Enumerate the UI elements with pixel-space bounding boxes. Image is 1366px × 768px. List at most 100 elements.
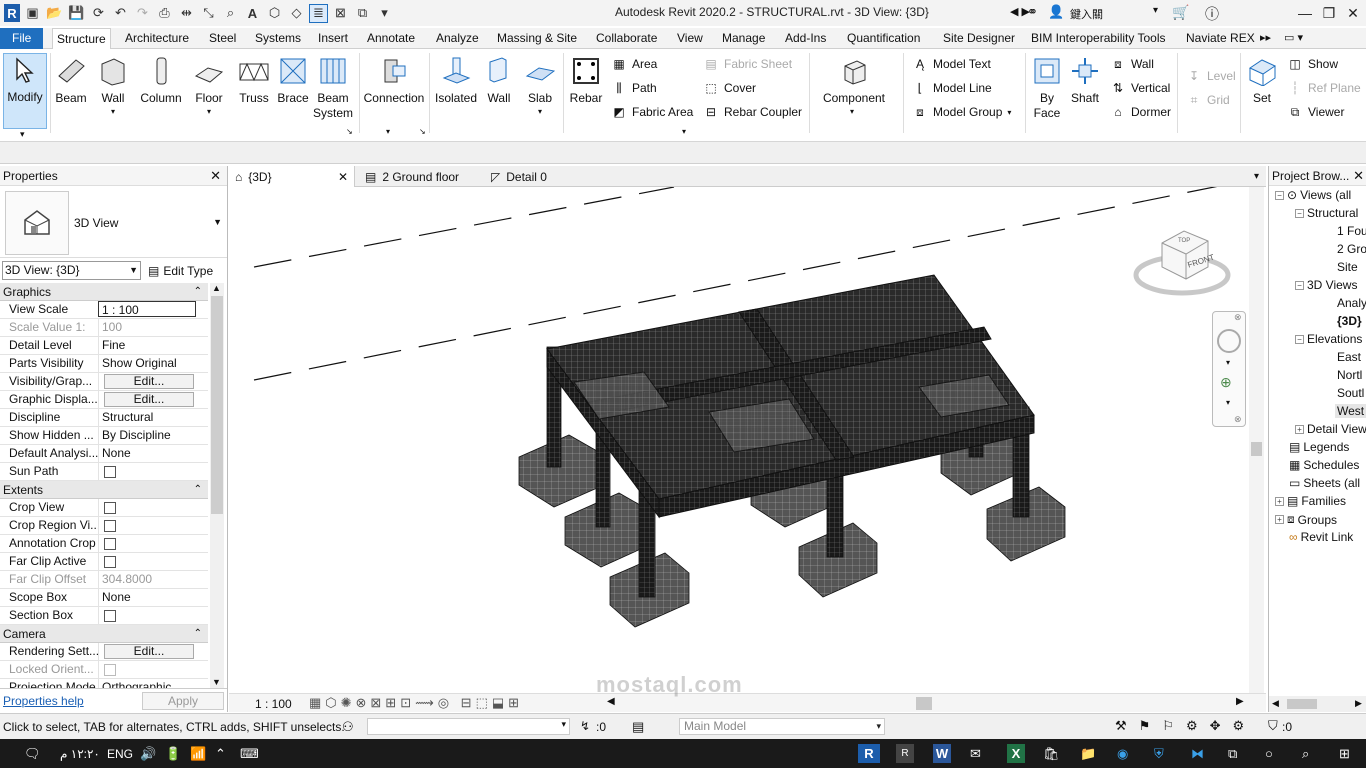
- scroll-right-icon[interactable]: ▶: [1355, 698, 1362, 709]
- tab-massing-site[interactable]: Massing & Site: [493, 28, 581, 49]
- set-button[interactable]: Set: [1245, 55, 1279, 105]
- grid-button[interactable]: ⌗ Grid: [1186, 92, 1230, 108]
- start-icon[interactable]: ⊞: [1339, 744, 1350, 763]
- measure-icon[interactable]: ⇹: [177, 4, 196, 23]
- binoculars-icon[interactable]: ⚭: [1027, 4, 1038, 20]
- model-group-button[interactable]: ⧈ Model Group ▾: [912, 104, 1011, 120]
- tab-file[interactable]: File: [0, 28, 44, 49]
- tree-node-view[interactable]: Analy: [1337, 296, 1366, 310]
- user-icon[interactable]: 👤: [1048, 4, 1064, 20]
- undo-icon[interactable]: ↶: [111, 4, 130, 23]
- app-logo[interactable]: R: [4, 4, 20, 22]
- tab-annotate[interactable]: Annotate: [363, 28, 419, 49]
- graphic-display-edit-button[interactable]: Edit...: [104, 392, 194, 407]
- tree-node-view[interactable]: East: [1337, 350, 1361, 364]
- area-button[interactable]: ▦ Area: [611, 56, 657, 72]
- tab-detail[interactable]: ◸ Detail 0: [485, 166, 547, 187]
- chevron-down-icon[interactable]: ▾: [1226, 358, 1230, 367]
- close-hidden-icon[interactable]: ⊠: [331, 4, 350, 23]
- chevron-down-icon[interactable]: ▾: [1226, 398, 1230, 407]
- task-view-icon[interactable]: ⧉: [1228, 744, 1237, 763]
- design-options-icon[interactable]: ▤: [632, 719, 644, 735]
- slab-button[interactable]: Slab: [524, 55, 556, 105]
- text-icon[interactable]: A: [243, 4, 262, 23]
- selection-options-icons[interactable]: ⚒⚑⚐⚙✥⚙: [1115, 718, 1256, 734]
- discipline-field[interactable]: Structural: [98, 409, 196, 426]
- tray-chevron-icon[interactable]: ⌃: [215, 744, 226, 763]
- open-icon[interactable]: 📂: [45, 4, 64, 23]
- tabs-overflow-icon[interactable]: ▸▸: [1256, 28, 1275, 49]
- close-icon[interactable]: ✕: [210, 166, 221, 186]
- connection-dropdown-icon[interactable]: ▾: [386, 127, 390, 136]
- word-icon[interactable]: W: [933, 744, 951, 763]
- tree-node-families[interactable]: + ▤ Families: [1275, 494, 1346, 508]
- horizontal-scroll-thumb[interactable]: [916, 697, 932, 710]
- show-button[interactable]: ◫ Show: [1287, 56, 1338, 72]
- power-icon[interactable]: 🔋: [165, 744, 181, 763]
- fabric-area-button[interactable]: ◩ Fabric Area: [611, 104, 693, 120]
- far-clip-checkbox[interactable]: [104, 556, 116, 568]
- tree-node-3d-views[interactable]: −3D Views: [1295, 278, 1357, 292]
- cover-button[interactable]: ⬚ Cover: [703, 80, 756, 96]
- collapse-icon[interactable]: −: [1295, 334, 1304, 344]
- panel-launcher-icon[interactable]: ↘: [419, 127, 426, 136]
- close-icon[interactable]: ✕: [1343, 3, 1363, 23]
- rendering-edit-button[interactable]: Edit...: [104, 644, 194, 659]
- brace-button[interactable]: Brace: [277, 55, 309, 105]
- tab-steel[interactable]: Steel: [205, 28, 240, 49]
- ref-plane-button[interactable]: ┆ Ref Plane: [1287, 80, 1360, 96]
- print-icon[interactable]: ⎙: [155, 4, 174, 23]
- scroll-thumb[interactable]: [211, 296, 223, 514]
- section-box-checkbox[interactable]: [104, 610, 116, 622]
- ribbon-options-icon[interactable]: ▭ ▾: [1280, 28, 1307, 49]
- store-icon[interactable]: 🛍: [1043, 744, 1060, 763]
- tree-node-active-view[interactable]: {3D}: [1337, 314, 1362, 328]
- tree-node-groups[interactable]: + ⧈ Groups: [1275, 512, 1337, 527]
- tree-node-view[interactable]: West: [1335, 404, 1366, 418]
- wall-opening-button[interactable]: ⧈ Wall: [1110, 56, 1154, 72]
- expand-icon[interactable]: +: [1275, 496, 1284, 506]
- visibility-edit-button[interactable]: Edit...: [104, 374, 194, 389]
- scroll-up-icon[interactable]: ▲: [212, 283, 221, 293]
- collapse-icon[interactable]: −: [1275, 190, 1284, 200]
- collapse-icon[interactable]: ⌃: [194, 625, 202, 643]
- tab-analyze[interactable]: Analyze: [432, 28, 483, 49]
- worksets-icon[interactable]: ⚇: [342, 719, 354, 735]
- floor-button[interactable]: Floor: [193, 55, 225, 105]
- chevron-down-icon[interactable]: ▾: [1153, 5, 1158, 16]
- sun-path-checkbox[interactable]: [104, 466, 116, 478]
- properties-help-link[interactable]: Properties help: [3, 694, 84, 708]
- detail-level-field[interactable]: Fine: [98, 337, 196, 354]
- cortana-icon[interactable]: ○: [1265, 744, 1273, 763]
- cart-icon[interactable]: 🛒: [1172, 4, 1189, 21]
- tree-node-structural[interactable]: − Structural: [1295, 206, 1358, 220]
- component-button[interactable]: Component: [820, 55, 888, 105]
- excel-icon[interactable]: X: [1007, 744, 1025, 763]
- vertical-opening-button[interactable]: ⇅ Vertical: [1110, 80, 1170, 96]
- workset-select[interactable]: ▾: [367, 718, 570, 735]
- beam-system-button[interactable]: Beam System: [313, 55, 353, 121]
- expand-icon[interactable]: +: [1275, 515, 1284, 524]
- tab-architecture[interactable]: Architecture: [121, 28, 193, 49]
- beam-button[interactable]: Beam: [54, 55, 88, 105]
- browser-horizontal-scrollbar[interactable]: ◀ ▶: [1269, 696, 1366, 712]
- crop-region-checkbox[interactable]: [104, 520, 116, 532]
- zoom-icon[interactable]: ⊕: [1220, 374, 1232, 391]
- wall-foundation-button[interactable]: Wall: [483, 55, 515, 105]
- type-selector[interactable]: 3D View ▼: [0, 187, 227, 258]
- drawing-canvas[interactable]: TOP FRONT: [229, 187, 1266, 693]
- view-controls-icons[interactable]: ▦⬡✺⊗⊠⊞⊡⟿◎ ⊟⬚⬓⊞: [309, 695, 523, 711]
- tree-node-detail-views[interactable]: + Detail View: [1295, 422, 1366, 436]
- instance-filter-select[interactable]: 3D View: {3D} ▼: [2, 261, 141, 280]
- apply-button[interactable]: Apply: [142, 692, 224, 710]
- design-option-select[interactable]: Main Model ▾: [679, 718, 885, 735]
- collapse-icon[interactable]: −: [1295, 280, 1304, 290]
- model-text-button[interactable]: Ą Model Text: [912, 56, 991, 72]
- tab-insert[interactable]: Insert: [314, 28, 352, 49]
- collapse-icon[interactable]: ⌃: [194, 481, 202, 499]
- tab-add-ins[interactable]: Add-Ins: [781, 28, 830, 49]
- shaft-button[interactable]: Shaft: [1069, 55, 1101, 105]
- tree-node-legends[interactable]: ▤ Legends: [1289, 440, 1349, 454]
- default-analysis-field[interactable]: None: [98, 445, 196, 462]
- close-icon[interactable]: ✕: [1353, 166, 1364, 186]
